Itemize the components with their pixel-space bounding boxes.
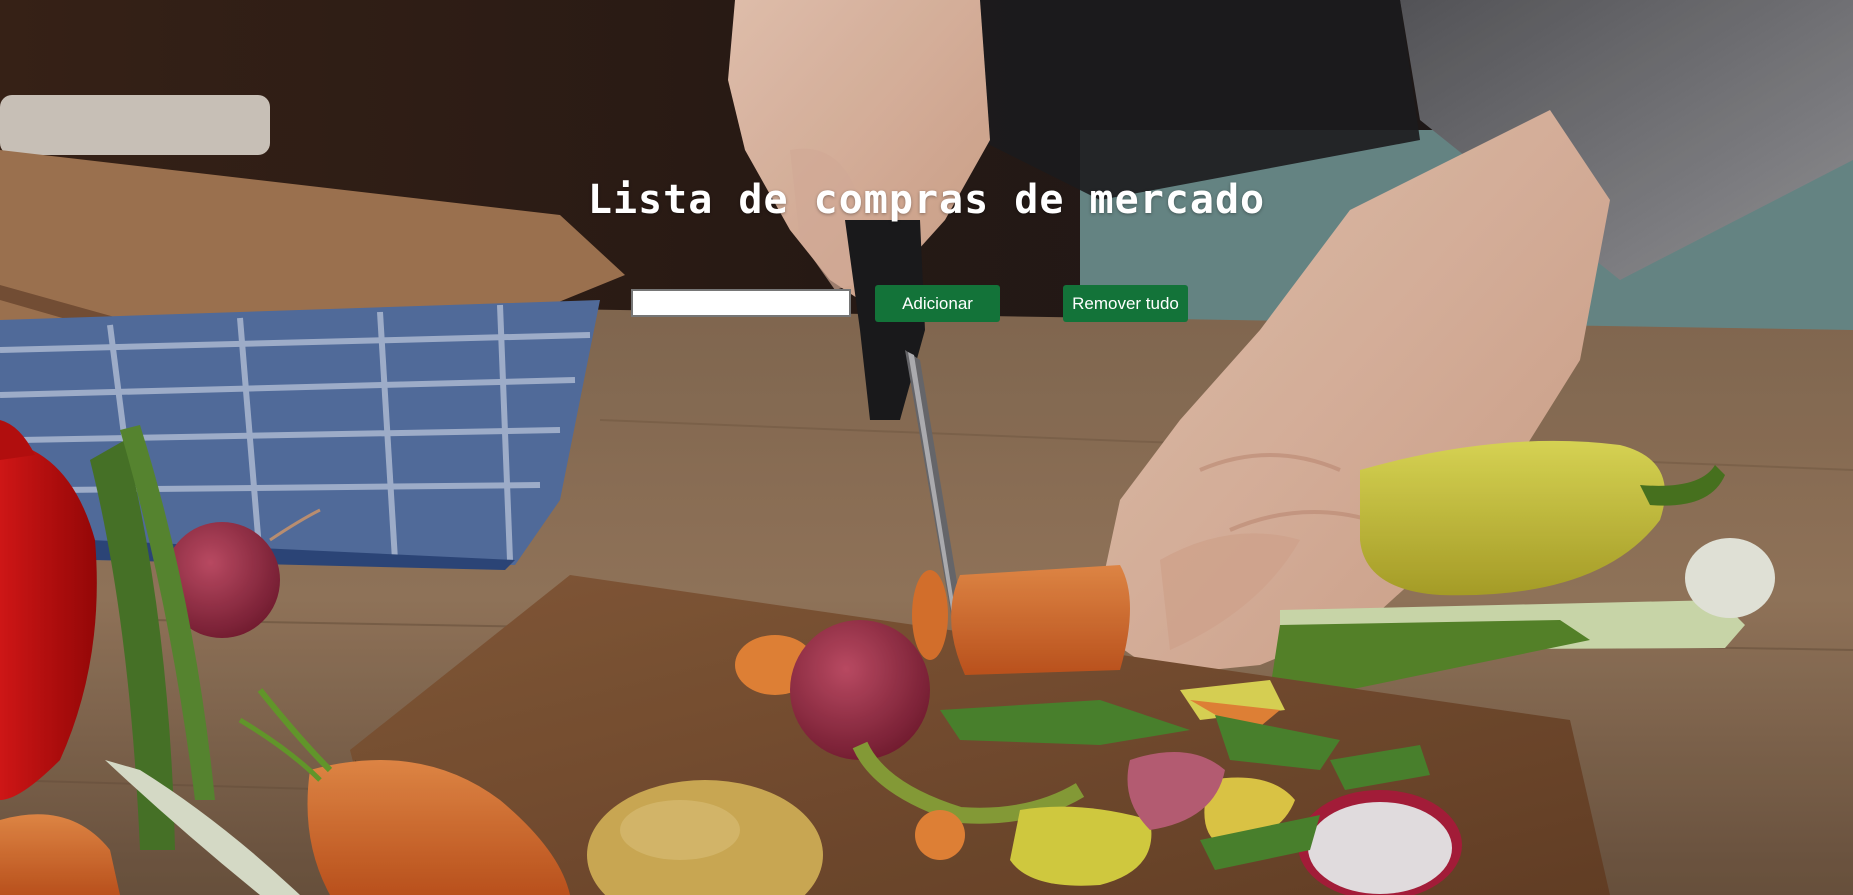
item-input[interactable] bbox=[631, 289, 851, 317]
page: Lista de compras de mercado Adicionar Re… bbox=[0, 0, 1853, 895]
add-button[interactable]: Adicionar bbox=[875, 285, 1000, 322]
remove-all-button[interactable]: Remover tudo bbox=[1063, 285, 1188, 322]
page-title: Lista de compras de mercado bbox=[587, 177, 1266, 223]
background-photo bbox=[0, 0, 1853, 895]
